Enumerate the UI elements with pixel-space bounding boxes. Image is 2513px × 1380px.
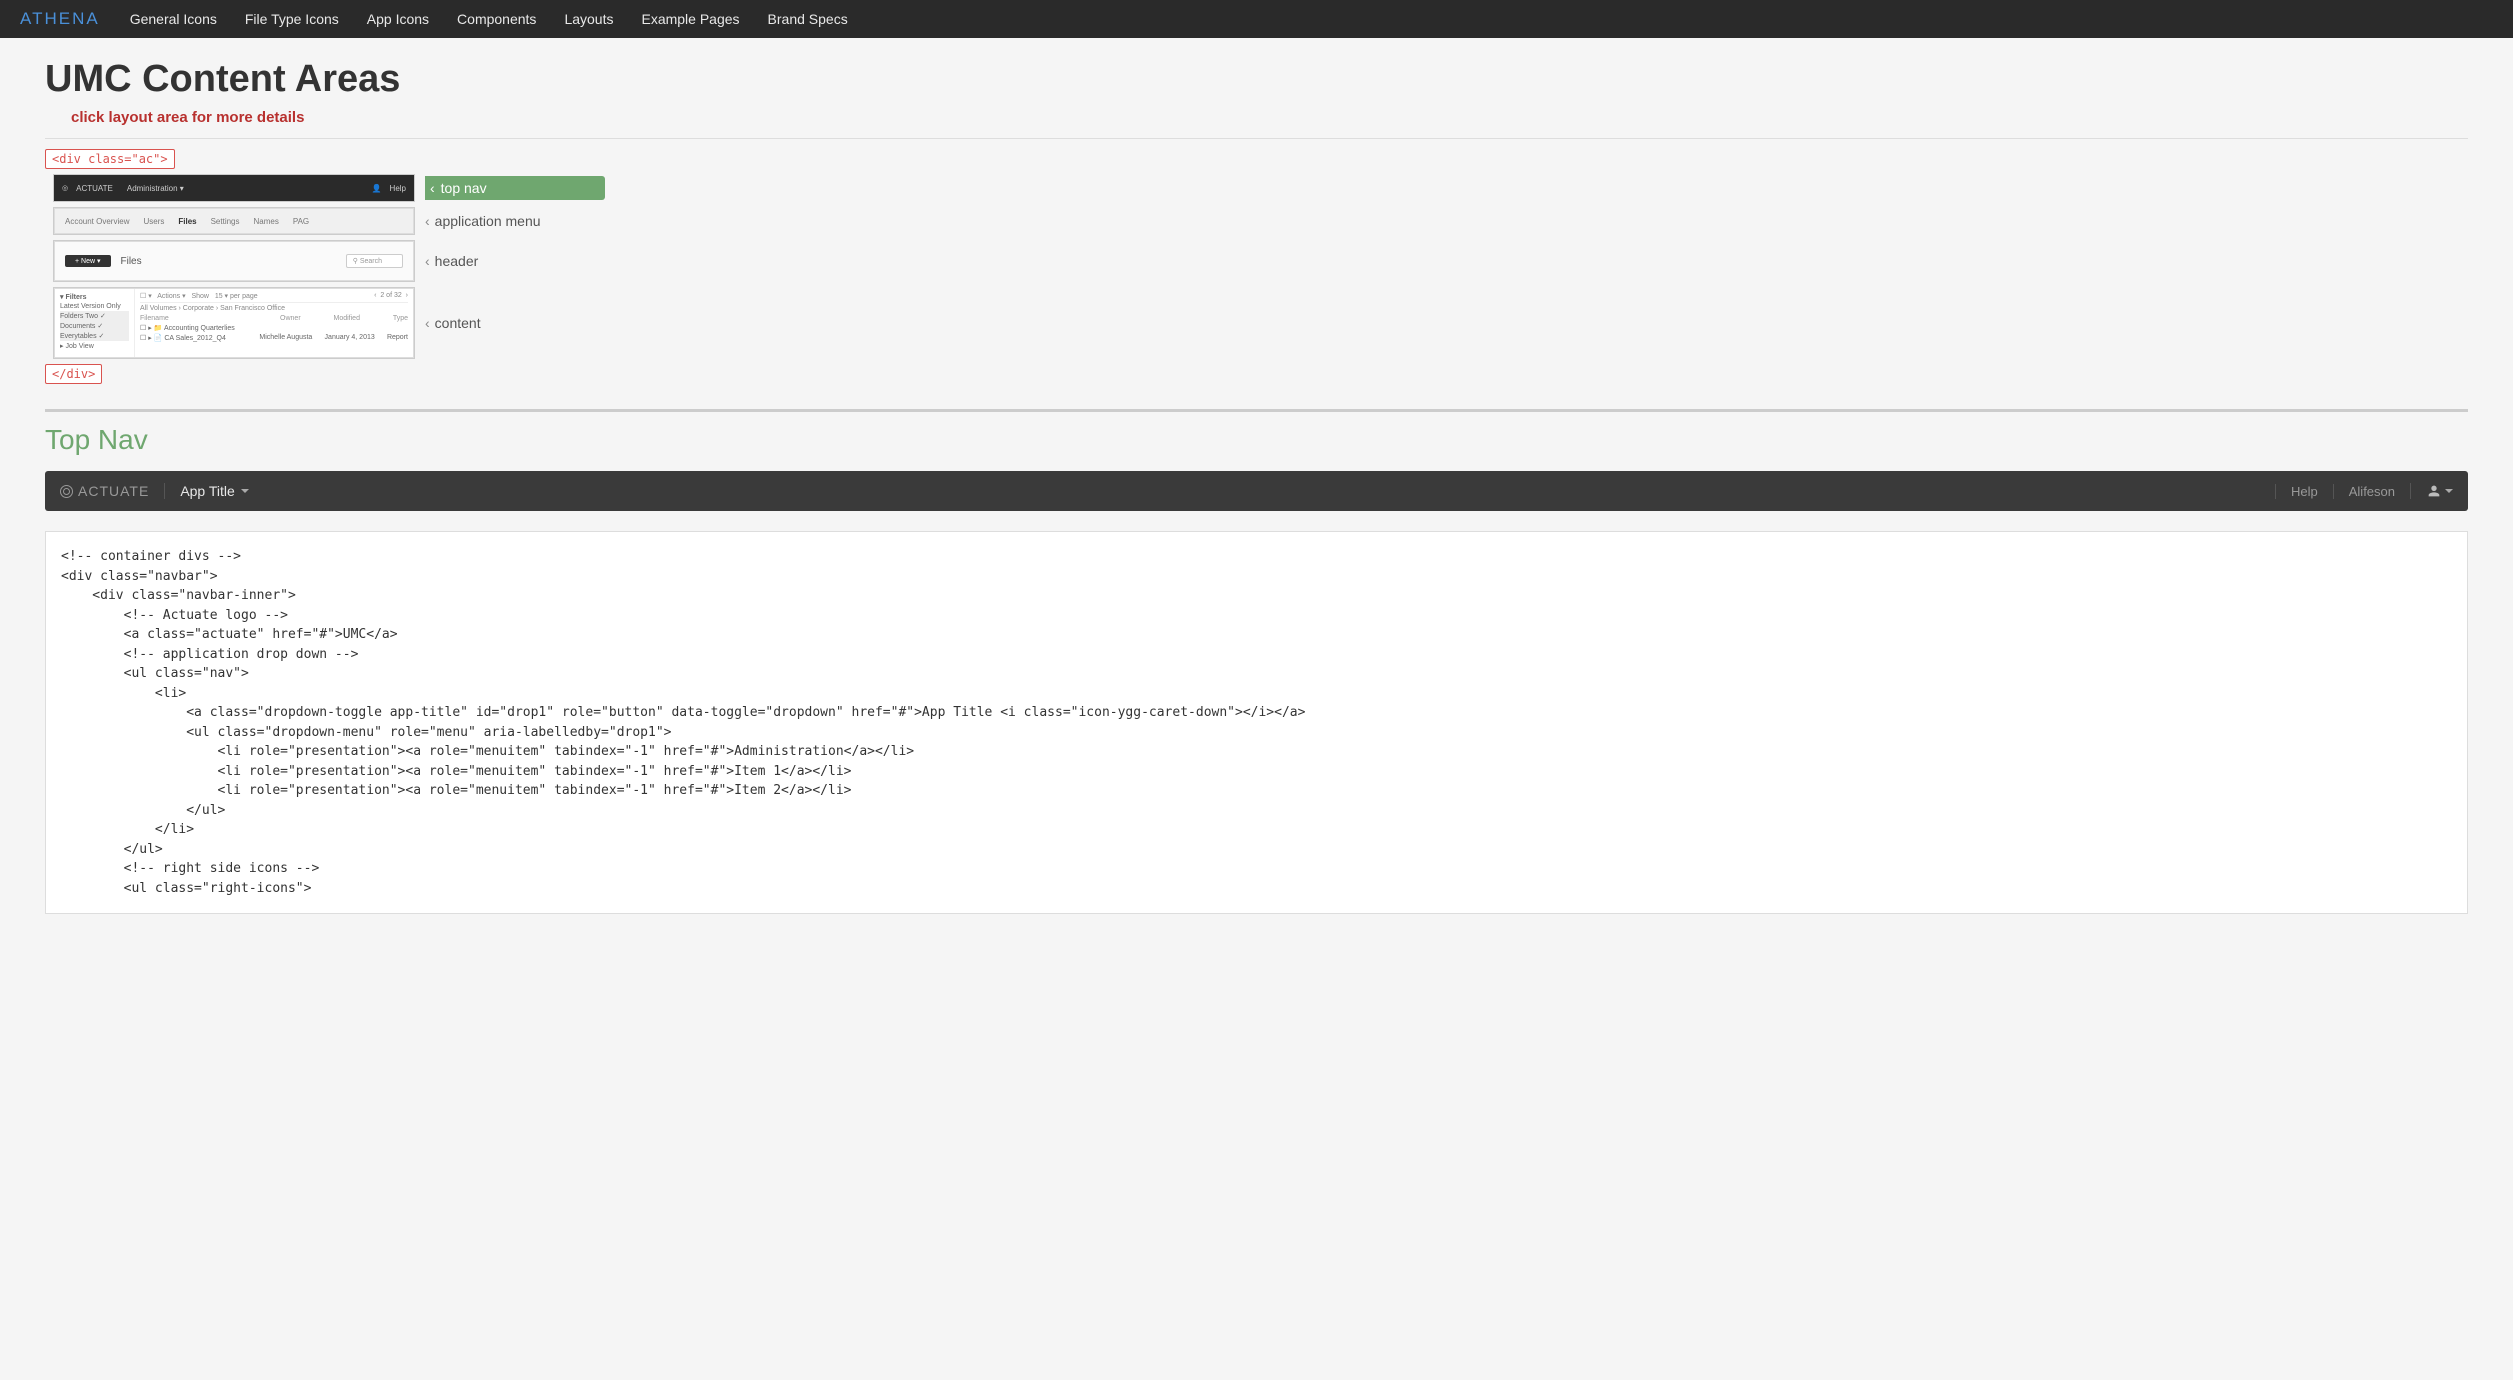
layout-row-topnav: ◎ ACTUATE Administration ▾ 👤 Help ‹ top … bbox=[53, 174, 2468, 202]
appmenu-item: Settings bbox=[211, 217, 240, 226]
thumb-content[interactable]: ▾ Filters Latest Version Only Folders Tw… bbox=[53, 287, 415, 359]
layout-row-appmenu: Account Overview Users Files Settings Na… bbox=[53, 207, 2468, 235]
top-navbar: ATHENA General Icons File Type Icons App… bbox=[0, 0, 2513, 38]
thumb-search-input: ⚲ Search bbox=[346, 254, 403, 268]
opening-code-tag: <div class="ac"> bbox=[45, 149, 175, 169]
thumb-topnav[interactable]: ◎ ACTUATE Administration ▾ 👤 Help bbox=[53, 174, 415, 202]
nav-link-layouts[interactable]: Layouts bbox=[564, 11, 613, 27]
layout-diagram-section: <div class="ac"> ◎ ACTUATE Administratio… bbox=[45, 138, 2468, 389]
closing-code-tag: </div> bbox=[45, 364, 102, 384]
nav-link-general-icons[interactable]: General Icons bbox=[130, 11, 217, 27]
thumb-sidebar: ▾ Filters Latest Version Only Folders Tw… bbox=[55, 289, 135, 357]
area-label-text: application menu bbox=[435, 213, 541, 229]
thumb-new-button: + New ▾ bbox=[65, 255, 111, 267]
thumb-user-icon: 👤 bbox=[372, 184, 382, 193]
appmenu-item-active: Files bbox=[178, 217, 196, 226]
chevron-left-icon: ‹ bbox=[425, 213, 430, 229]
layout-row-header: + New ▾ Files ⚲ Search ‹ header bbox=[53, 240, 2468, 282]
page-content: UMC Content Areas click layout area for … bbox=[0, 38, 2513, 934]
area-label-text: content bbox=[435, 315, 481, 331]
nav-link-brand-specs[interactable]: Brand Specs bbox=[768, 11, 848, 27]
actuate-logo[interactable]: ACTUATE bbox=[60, 483, 165, 499]
app-title-dropdown[interactable]: App Title bbox=[180, 483, 248, 499]
page-title: UMC Content Areas bbox=[45, 58, 2468, 101]
app-title-text: App Title bbox=[180, 483, 234, 499]
demo-top-nav: ACTUATE App Title Help Alifeson bbox=[45, 471, 2468, 511]
user-icon bbox=[2426, 483, 2442, 499]
help-link[interactable]: Help bbox=[2275, 484, 2333, 499]
thumb-brand: ACTUATE bbox=[76, 184, 113, 193]
appmenu-item: Account Overview bbox=[65, 217, 129, 226]
demo-nav-right: Help Alifeson bbox=[2275, 483, 2453, 499]
page-subtitle: click layout area for more details bbox=[71, 109, 2468, 126]
nav-link-file-type-icons[interactable]: File Type Icons bbox=[245, 11, 339, 27]
section-heading-top-nav: Top Nav bbox=[45, 409, 2468, 456]
layout-label-header[interactable]: ‹ header bbox=[425, 253, 478, 269]
thumb-appmenu[interactable]: Account Overview Users Files Settings Na… bbox=[53, 207, 415, 235]
area-label-text: header bbox=[435, 253, 479, 269]
user-name-link[interactable]: Alifeson bbox=[2333, 484, 2410, 499]
caret-down-icon bbox=[2445, 489, 2453, 493]
layout-row-content: ▾ Filters Latest Version Only Folders Tw… bbox=[53, 287, 2468, 359]
thumb-app-dropdown: Administration ▾ bbox=[121, 184, 184, 193]
chevron-left-icon: ‹ bbox=[425, 253, 430, 269]
demo-nav-left: ACTUATE App Title bbox=[60, 483, 249, 499]
actuate-logo-text: ACTUATE bbox=[78, 483, 149, 499]
actuate-ring-icon bbox=[60, 485, 73, 498]
chevron-left-icon: ‹ bbox=[430, 180, 435, 196]
thumb-header[interactable]: + New ▾ Files ⚲ Search bbox=[53, 240, 415, 282]
layout-label-content[interactable]: ‹ content bbox=[425, 315, 481, 331]
code-example-block: <!-- container divs --> <div class="navb… bbox=[45, 531, 2468, 914]
caret-down-icon bbox=[241, 489, 249, 493]
layout-label-appmenu[interactable]: ‹ application menu bbox=[425, 213, 541, 229]
thumb-header-title: Files bbox=[121, 256, 142, 267]
appmenu-item: PAG bbox=[293, 217, 309, 226]
nav-link-components[interactable]: Components bbox=[457, 11, 536, 27]
thumb-help: Help bbox=[390, 184, 406, 193]
brand-logo[interactable]: ATHENA bbox=[20, 9, 100, 29]
nav-link-example-pages[interactable]: Example Pages bbox=[641, 11, 739, 27]
nav-link-app-icons[interactable]: App Icons bbox=[367, 11, 429, 27]
nav-links: General Icons File Type Icons App Icons … bbox=[130, 11, 848, 27]
layout-label-topnav[interactable]: ‹ top nav bbox=[425, 176, 605, 200]
area-label-text: top nav bbox=[441, 180, 487, 196]
chevron-left-icon: ‹ bbox=[425, 315, 430, 331]
thumb-main: ☐ ▾ Actions ▾ Show 15 ▾ per page ‹ 2 of … bbox=[135, 289, 413, 357]
appmenu-item: Users bbox=[143, 217, 164, 226]
user-menu-button[interactable] bbox=[2410, 483, 2453, 499]
appmenu-item: Names bbox=[254, 217, 279, 226]
